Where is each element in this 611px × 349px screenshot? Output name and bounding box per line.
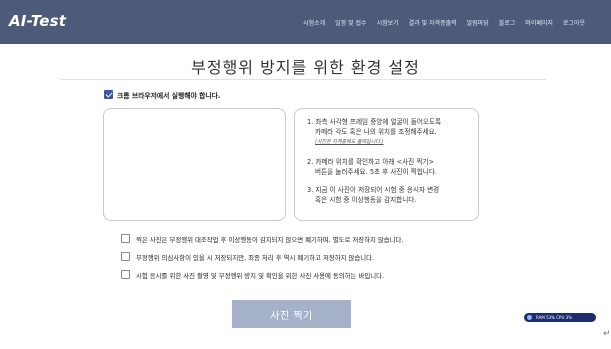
instruction-step-1: 1. 좌측 사각형 프레임 중앙에 얼굴이 들어오도록 카메라 각도 혹은 나의… [307, 117, 441, 147]
instruction-step-1-line1: 1. 좌측 사각형 프레임 중앙에 얼굴이 들어오도록 [307, 118, 442, 126]
agreement-label-3: 시험 응시를 위한 사진 촬영 및 부정행위 방지 및 확인을 위한 사진 사용… [136, 272, 385, 280]
instruction-step-3-line2: 혹은 시험 중 이상행동을 감지합니다. [315, 196, 417, 204]
system-status-widget[interactable]: RAM 53% CPU 3% [524, 313, 596, 322]
instruction-step-2-line1: 2. 카메라 위치를 확인하고 아래 <사진 찍기> [307, 158, 434, 166]
browser-notice-checkbox[interactable] [104, 90, 113, 99]
top-navigation-bar: AI-Test 시험소개 일정 및 접수 시험보기 결과 및 자격증출력 알림마… [0, 0, 611, 44]
agreement-checkbox-1[interactable] [121, 234, 130, 243]
nav-item-intro[interactable]: 시험소개 [303, 18, 325, 27]
enter-return-icon: ↵ [603, 329, 611, 339]
instruction-step-2-line2: 버튼을 눌러주세요. 5초 후 사진이 찍힙니다. [315, 168, 437, 176]
nav-item-notices[interactable]: 알림마당 [467, 18, 489, 27]
nav-item-schedule[interactable]: 일정 및 접수 [335, 18, 366, 27]
site-logo[interactable]: AI-Test [9, 12, 66, 30]
status-dot-icon [527, 315, 532, 320]
camera-preview-frame [103, 108, 286, 221]
instructions-panel: 1. 좌측 사각형 프레임 중앙에 얼굴이 들어오도록 카메라 각도 혹은 나의… [294, 108, 479, 221]
main-nav: 시험소개 일정 및 접수 시험보기 결과 및 자격증출력 알림마당 블로그 마이… [293, 18, 585, 27]
agreement-label-1: 찍은 사진은 부정행위 대조작업 후 이상행동이 감지되지 않으면 폐기하며, … [136, 236, 404, 244]
page-title: 부정행위 방지를 위한 환경 설정 [191, 58, 420, 77]
agreement-checkbox-2[interactable] [121, 252, 130, 261]
agreement-checkbox-3[interactable] [121, 270, 130, 279]
nav-item-take-test[interactable]: 시험보기 [377, 18, 399, 27]
system-status-text: RAM 53% CPU 3% [536, 315, 572, 320]
title-divider [60, 79, 546, 80]
agreement-label-2: 부정행위 의심사항이 있을 시 저장되지만, 최종 처리 후 역시 폐기하고 저… [136, 254, 375, 262]
take-photo-button[interactable]: 사진 찍기 [232, 300, 351, 328]
instruction-step-1-line2: 카메라 각도 혹은 나의 위치를 조정해주세요. [315, 128, 437, 136]
instruction-step-3: 3. 지금 이 사진이 저장되어 시험 중 응시자 변경 혹은 시험 중 이상행… [307, 185, 439, 205]
nav-item-logout[interactable]: 로그아웃 [563, 18, 585, 27]
instruction-step-1-note: (사진은 자격증에도 출력됩니다.) [315, 139, 384, 145]
nav-item-mypage[interactable]: 마이페이지 [525, 18, 553, 27]
nav-item-results[interactable]: 결과 및 자격증출력 [409, 18, 457, 27]
instruction-step-3-line1: 3. 지금 이 사진이 저장되어 시험 중 응시자 변경 [307, 186, 440, 194]
nav-item-blog[interactable]: 블로그 [499, 18, 516, 27]
instruction-step-2: 2. 카메라 위치를 확인하고 아래 <사진 찍기> 버튼을 눌러주세요. 5초… [307, 157, 437, 177]
browser-notice-label: 크롬 브라우저에서 실행해야 합니다. [117, 92, 221, 100]
